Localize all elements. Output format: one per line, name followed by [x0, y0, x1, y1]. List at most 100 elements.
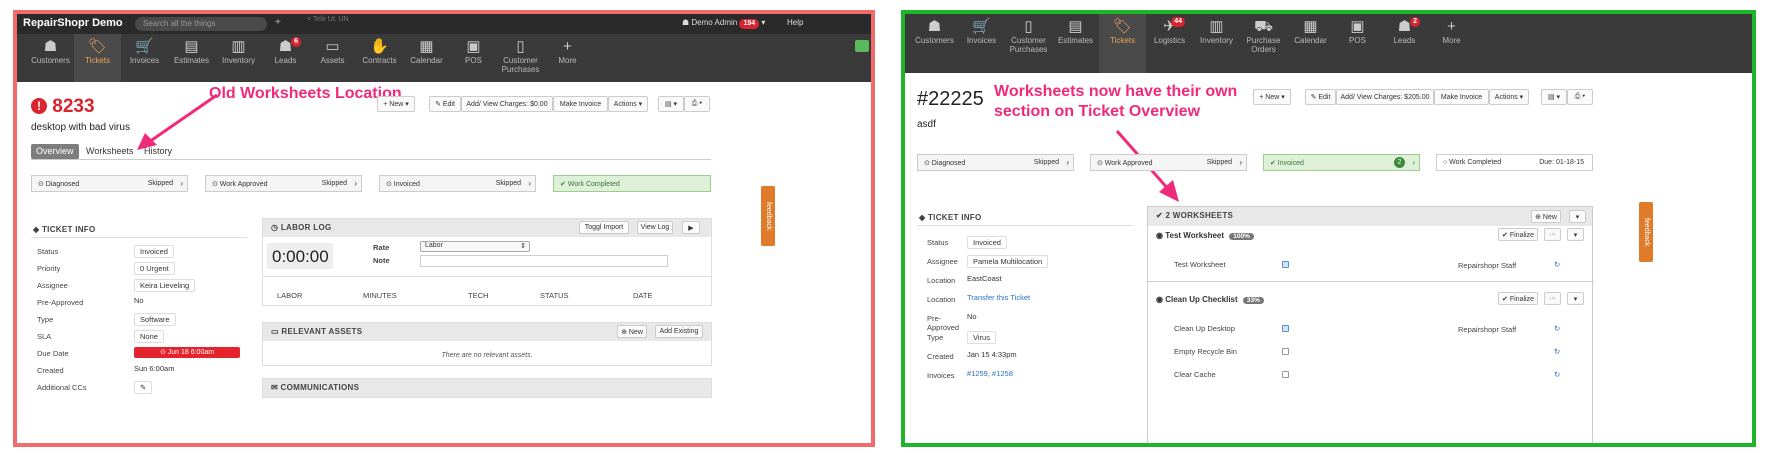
pdf-button[interactable]: ▤ ▾	[658, 96, 684, 112]
tab-overview[interactable]: Overview	[31, 144, 79, 159]
feedback-tab[interactable]: feedback	[1639, 202, 1653, 262]
nav-item-inventory[interactable]: ▥ Inventory	[215, 34, 262, 82]
feedback-tab[interactable]: feedback	[761, 186, 775, 246]
nav-item-customer-purchases[interactable]: ▯ Customer Purchases	[497, 34, 544, 82]
brand-name[interactable]: RepairShopr Demo	[23, 17, 123, 29]
actions-button[interactable]: Actions ▾	[1489, 89, 1529, 105]
nav-item-calendar[interactable]: ▦ Calendar	[403, 34, 450, 82]
chevron-right-icon: ›	[1239, 158, 1242, 167]
step-diagnosed[interactable]: ⊙ Diagnosed Skipped ›	[31, 175, 188, 192]
nav-item-more[interactable]: + More	[544, 34, 591, 82]
step-invoiced[interactable]: ✔ Invoiced 2 ›	[1263, 154, 1420, 171]
add-icon[interactable]: +	[275, 17, 281, 28]
finalize-button[interactable]: ✔ Finalize	[1498, 228, 1538, 241]
user-menu[interactable]: ☗ Demo Admin 194 ▾	[682, 18, 765, 29]
nav-item-leads[interactable]: ☗ Leads 2	[1381, 14, 1428, 73]
help-link[interactable]: Help	[787, 18, 803, 27]
nav-item-assets[interactable]: ▭ Assets	[309, 34, 356, 82]
print-button[interactable]: ⎙ ▾	[1567, 89, 1593, 105]
step-label: ⊙ Diagnosed	[38, 180, 80, 188]
more-options-button[interactable]: ···	[1544, 228, 1561, 241]
finalize-button[interactable]: ✔ Finalize	[1498, 292, 1538, 305]
new-asset-button[interactable]: ⊕ New	[617, 325, 647, 338]
info-label: Created	[37, 366, 64, 375]
info-value[interactable]: Transfer this Ticket	[967, 293, 1030, 302]
list-toggle-button[interactable]	[855, 40, 869, 52]
note-input[interactable]	[420, 255, 668, 267]
check-circle-icon: ◉	[1156, 231, 1166, 240]
tab-worksheets[interactable]: Worksheets	[81, 144, 138, 159]
checklist-item: Empty Recycle Bin ↻	[1148, 347, 1594, 359]
nav-item-customers[interactable]: ☗ Customers	[911, 14, 958, 73]
print-button[interactable]: ⎙ ▾	[684, 96, 710, 112]
annotation-line-1: Worksheets now have their own	[994, 83, 1238, 100]
nav-item-logistics[interactable]: ✈ Logistics 44	[1146, 14, 1193, 73]
undo-icon[interactable]: ↻	[1554, 324, 1560, 333]
info-label: Priority	[37, 264, 61, 273]
undo-icon[interactable]: ↻	[1554, 260, 1560, 269]
toggl-import-button[interactable]: Toggl Import	[579, 221, 629, 234]
new-button[interactable]: + New ▾	[377, 96, 415, 112]
nav-item-more[interactable]: + More	[1428, 14, 1475, 73]
nav-item-estimates[interactable]: ▤ Estimates	[168, 34, 215, 82]
undo-icon[interactable]: ↻	[1554, 347, 1560, 356]
pdf-button[interactable]: ▤ ▾	[1541, 89, 1567, 105]
step-work-approved[interactable]: ⊙ Work Approved Skipped ›	[1090, 154, 1247, 171]
step-work-completed[interactable]: ✔ Work Completed	[553, 175, 711, 192]
make-invoice-button[interactable]: Make Invoice	[553, 96, 608, 112]
new-button[interactable]: + New ▾	[1253, 89, 1291, 105]
search-input[interactable]: Search all the things	[135, 17, 267, 31]
nav-item-pos[interactable]: ▣ POS	[450, 34, 497, 82]
nav-item-invoices[interactable]: 🛒 Invoices	[958, 14, 1005, 73]
step-work-approved[interactable]: ⊙ Work Approved Skipped ›	[205, 175, 362, 192]
checklist-checkbox[interactable]	[1282, 325, 1289, 332]
new-worksheet-button[interactable]: ⊕ New	[1531, 210, 1561, 223]
add-view-charges-button[interactable]: Add/ View Charges: $0.00	[461, 96, 553, 112]
info-value: Software	[134, 313, 176, 326]
step-invoiced[interactable]: ⊙ Invoiced Skipped ›	[379, 175, 536, 192]
worksheet-dropdown-button[interactable]: ▾	[1567, 292, 1584, 305]
view-log-button[interactable]: View Log	[637, 221, 673, 234]
edit-button[interactable]: ✎ Edit	[1305, 89, 1336, 105]
checklist-checkbox[interactable]	[1282, 261, 1289, 268]
checklist-checkbox[interactable]	[1282, 371, 1289, 378]
info-value[interactable]: ✎	[134, 381, 153, 394]
play-button[interactable]: ▶	[682, 221, 700, 234]
nav-item-customer-purchases[interactable]: ▯ Customer Purchases	[1005, 14, 1052, 73]
add-view-charges-button[interactable]: Add/ View Charges: $205.00	[1336, 89, 1434, 105]
nav-item-pos[interactable]: ▣ POS	[1334, 14, 1381, 73]
nav-item-inventory[interactable]: ▥ Inventory	[1193, 14, 1240, 73]
monitor-icon: ▭	[325, 38, 340, 55]
worksheet-title[interactable]: ◉ Test Worksheet 100%	[1156, 231, 1254, 240]
undo-icon[interactable]: ↻	[1554, 370, 1560, 379]
nav-item-contracts[interactable]: ✋ Contracts	[356, 34, 403, 82]
worksheet-title[interactable]: ◉ Clean Up Checklist 33%	[1156, 295, 1264, 304]
divider	[31, 237, 247, 238]
nav-item-calendar[interactable]: ▦ Calendar	[1287, 14, 1334, 73]
nav-item-estimates[interactable]: ▤ Estimates	[1052, 14, 1099, 73]
make-invoice-button[interactable]: Make Invoice	[1434, 89, 1489, 105]
nav-item-customers[interactable]: ☗ Customers	[27, 34, 74, 82]
add-existing-button[interactable]: Add Existing	[655, 325, 703, 338]
nav-item-purchase-orders[interactable]: ⛟ Purchase Orders	[1240, 14, 1287, 73]
chevron-right-icon: ›	[1412, 158, 1415, 167]
step-work-completed[interactable]: ○ Work Completed Due: 01-18-15	[1436, 154, 1593, 171]
communications-panel: ✉ COMMUNICATIONS	[262, 378, 712, 398]
actions-button[interactable]: Actions ▾	[608, 96, 648, 112]
worksheet-dropdown-button[interactable]: ▾	[1567, 228, 1584, 241]
checklist-checkbox[interactable]	[1282, 348, 1289, 355]
edit-button[interactable]: ✎ Edit	[429, 96, 461, 112]
tab-history[interactable]: History	[139, 144, 177, 159]
ticket-info-title: TICKET INFO	[927, 213, 982, 222]
step-count-badge: 2	[1394, 157, 1405, 168]
more-options-button[interactable]: ···	[1544, 292, 1561, 305]
rate-select[interactable]: Labor ⇕	[420, 241, 530, 252]
nav-item-tickets[interactable]: 🏷 Tickets	[74, 34, 121, 82]
worksheets-dropdown-button[interactable]: ▾	[1569, 210, 1586, 223]
chevron-right-icon: ›	[180, 179, 183, 188]
nav-item-invoices[interactable]: 🛒 Invoices	[121, 34, 168, 82]
nav-item-leads[interactable]: ☗ Leads 6	[262, 34, 309, 82]
step-diagnosed[interactable]: ⊙ Diagnosed Skipped ›	[917, 154, 1074, 171]
nav-item-tickets[interactable]: 🏷 Tickets	[1099, 14, 1146, 73]
info-value[interactable]: #1259, #1258	[967, 369, 1013, 378]
